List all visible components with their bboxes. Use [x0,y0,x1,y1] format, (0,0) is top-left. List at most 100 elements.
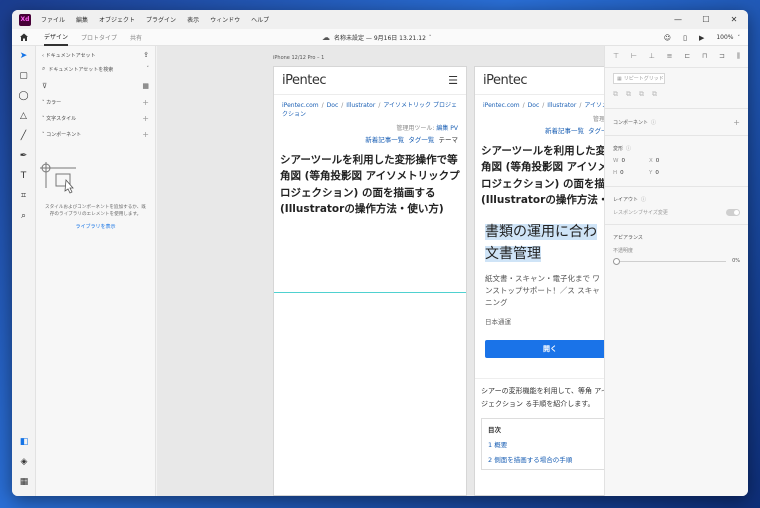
tab-share[interactable]: 共有 [130,29,142,46]
component-label: コンポーネント [613,120,649,126]
opacity-value[interactable]: 0% [732,258,740,264]
ad-title-line1: 書類の運用に合わ [485,224,597,241]
x-field[interactable]: 0 [656,158,660,164]
selection-guide-line [274,292,466,293]
nav-tags: タグ一覧 [588,127,604,135]
filter-icon[interactable]: ⊽ [42,82,47,90]
select-tool-icon[interactable]: ➤ [12,46,35,66]
assets-filter-row: ⊽ ▦ [36,74,155,90]
artboard-1[interactable]: iPentec ☰ iPentec.com / Doc / Illustrator / アイ… [273,66,467,496]
zoom-chevron-icon[interactable]: ˅ [738,35,741,41]
repeat-grid-label: リピートグリッド [623,76,664,82]
ad-open-button: 開く [485,340,604,359]
plugins-panel-icon[interactable]: ▦ [12,472,36,492]
distribute-icon[interactable]: ≡ [667,52,673,60]
repeat-grid-button[interactable]: ▦ リピートグリッド [613,73,665,84]
layers-panel-icon[interactable]: ◈ [12,452,36,472]
add-text-style-button[interactable]: + [142,114,149,123]
document-title[interactable]: ☁ 名称未設定 — 9月16日 13.21.12 ˅ [322,29,431,46]
search-input[interactable]: ドキュメントアセットを検索 [48,66,146,73]
polygon-tool-icon[interactable]: △ [12,106,35,126]
info-icon: ⓘ [626,146,632,152]
w-field[interactable]: 0 [621,158,625,164]
align-top-icon[interactable]: ⊤ [613,52,619,60]
user-icon[interactable]: ☺ [664,34,671,42]
play-icon[interactable]: ▶ [699,34,704,42]
zoom-tool-icon[interactable]: ⌕ [12,206,35,226]
repeat-grid-icon: ▦ [617,75,622,82]
boolean-exclude-icon[interactable]: ⧉ [652,90,657,99]
hamburger-menu-icon: ☰ [448,74,458,87]
appearance-label: アピアランス [613,235,643,241]
align-center-icon[interactable]: ⊓ [702,52,707,60]
close-button[interactable]: ✕ [720,10,748,29]
layout-section: レイアウト ⓘ [605,190,748,203]
admin-tools-line: 管理用ツール: [475,110,604,123]
export-icon[interactable]: ⇪ [143,51,149,59]
add-color-button[interactable]: + [142,98,149,107]
grid-view-icon[interactable]: ▦ [142,82,149,90]
menu-help[interactable]: ヘルプ [251,15,269,24]
opacity-slider[interactable] [613,257,727,265]
menu-file[interactable]: ファイル [41,15,65,24]
ellipse-tool-icon[interactable]: ◯ [12,86,35,106]
section-colors[interactable]: ˅ カラー + [36,94,155,110]
boolean-intersect-icon[interactable]: ⧉ [639,90,644,99]
ad-block: 書類の運用に合わ 文書管理 紙文書・スキャン・電子化まで ワンストップサポート！… [485,222,604,359]
align-left-icon[interactable]: ⊏ [684,52,690,60]
appearance-section: アピアランス [605,228,748,241]
minimize-button[interactable]: — [664,10,692,29]
artboard-label[interactable]: iPhone 12/12 Pro – 1 [273,55,324,61]
boolean-subtract-icon[interactable]: ⧉ [626,90,631,99]
line-tool-icon[interactable]: ╱ [12,126,35,146]
pen-tool-icon[interactable]: ✒ [12,146,35,166]
chevron-down-icon[interactable]: ˅ [147,66,150,72]
site-nav: 新着記事一覧 タグ一覧 [475,123,604,135]
maximize-button[interactable]: ☐ [692,10,720,29]
boolean-ops: ⧉ ⧉ ⧉ ⧉ [605,84,748,105]
responsive-resize-toggle[interactable] [726,209,740,216]
breadcrumb-item: iPentec.com [282,102,319,109]
align-right-icon[interactable]: ⊐ [719,52,725,60]
menu-object[interactable]: オブジェクト [99,15,135,24]
zoom-level[interactable]: 100% [716,34,733,41]
rectangle-tool-icon[interactable]: ▢ [12,66,35,86]
section-components[interactable]: ˅ コンポーネント + [36,126,155,142]
menu-edit[interactable]: 編集 [76,15,88,24]
align-middle-icon[interactable]: ⊢ [631,52,637,60]
site-nav: 新着記事一覧 タグ一覧 テーマ [274,132,466,144]
breadcrumb-item: Doc [527,102,540,109]
section-text-styles[interactable]: ˅ 文字スタイル + [36,110,155,126]
add-component-button[interactable]: + [733,118,740,127]
assets-panel-icon[interactable]: ◧ [12,432,36,452]
home-icon[interactable] [12,32,36,42]
menu-plugins[interactable]: プラグイン [146,15,176,24]
search-icon: ⌕ [42,65,46,72]
toc-item: 1 概要 [488,440,508,449]
menu-view[interactable]: 表示 [187,15,199,24]
artboard-2[interactable]: iPentec iPentec.com/Doc/Illustrator/アイソメ… [474,66,604,496]
tab-prototype[interactable]: プロトタイプ [81,29,117,46]
breadcrumb: iPentec.com/Doc/Illustrator/アイソメトリック プロジ… [282,102,457,118]
h-field[interactable]: 0 [620,170,624,176]
y-field[interactable]: 0 [655,170,659,176]
artboard-tool-icon[interactable]: ⌗ [12,186,35,206]
assets-back[interactable]: ‹ ドキュメントアセット [42,52,96,59]
view-libraries-link[interactable]: ライブラリを表示 [36,223,155,230]
distribute-h-icon[interactable]: ⫼ [737,52,740,60]
add-component-button[interactable]: + [142,130,149,139]
nav-theme: テーマ [438,136,459,144]
menu-window[interactable]: ウィンドウ [210,15,240,24]
boolean-add-icon[interactable]: ⧉ [613,90,618,99]
tool-bar: ➤ ▢ ◯ △ ╱ ✒ T ⌗ ⌕ ◧ ◈ ▦ [12,46,36,496]
align-bottom-icon[interactable]: ⊥ [649,52,655,60]
breadcrumb-item: Doc [326,102,339,109]
text-tool-icon[interactable]: T [12,166,35,186]
opacity-slider-knob[interactable] [613,257,620,265]
tab-design[interactable]: デザイン [44,29,69,46]
xd-app-icon: Xd [19,13,31,26]
site-logo: iPentec [282,73,326,88]
design-canvas[interactable]: iPhone 12/12 Pro – 1 iPentec ☰ iPentec.c… [157,46,604,496]
mobile-preview-icon[interactable]: ▯ [683,34,687,42]
assets-search[interactable]: ⌕ ドキュメントアセットを検索 ˅ [42,64,149,74]
